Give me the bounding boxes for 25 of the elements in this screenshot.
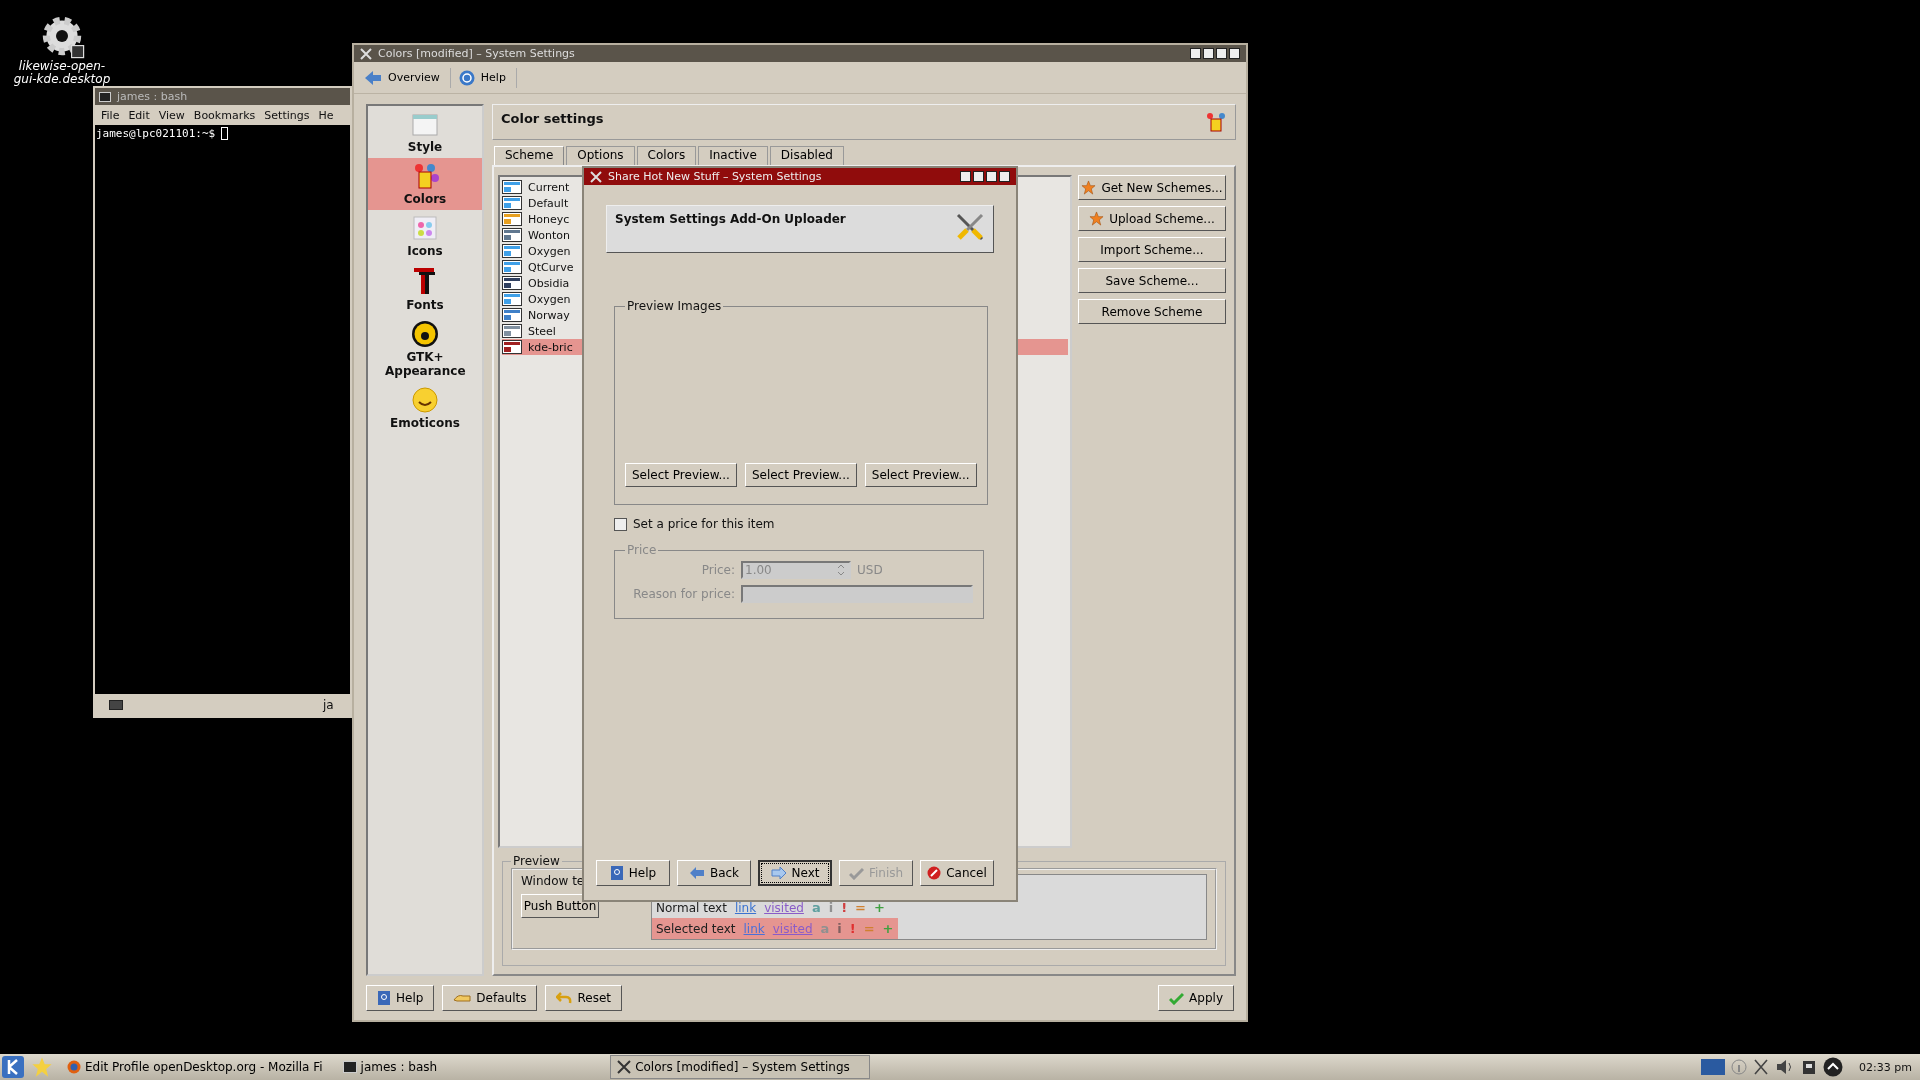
group-title: Preview Images — [626, 299, 723, 313]
sample-text: ! — [841, 900, 848, 915]
sample-text: Normal text — [656, 900, 727, 915]
field-label: Price: — [700, 563, 735, 577]
sample-text: i — [837, 921, 842, 936]
sample-text: = — [863, 921, 875, 936]
sample-text: a — [811, 900, 821, 915]
page-title: Color settings — [501, 111, 604, 126]
sample-text: + — [882, 921, 894, 936]
sample-text: Selected text — [656, 921, 736, 936]
terminal-prompt: james@lpc021101:~$ — [96, 127, 216, 140]
clock: 02:33 pm — [1859, 1060, 1912, 1074]
group-title: Preview — [512, 854, 561, 868]
group-title: Price — [626, 543, 658, 557]
sample-text: = — [855, 900, 866, 915]
dialog-title: Share Hot New Stuff – System Settings — [608, 170, 823, 183]
sample-text: i — [828, 900, 834, 915]
window-title: james : bash — [117, 90, 188, 103]
sample-text: ! — [849, 921, 856, 936]
field-label: Reason for price: — [632, 587, 735, 601]
dialog-heading: System Settings Add-On Uploader — [615, 212, 846, 228]
currency-label: USD — [857, 563, 883, 577]
sample-text: a — [820, 921, 830, 936]
window-title: Colors [modified] – System Settings — [378, 47, 576, 60]
sample-text: + — [874, 900, 885, 915]
